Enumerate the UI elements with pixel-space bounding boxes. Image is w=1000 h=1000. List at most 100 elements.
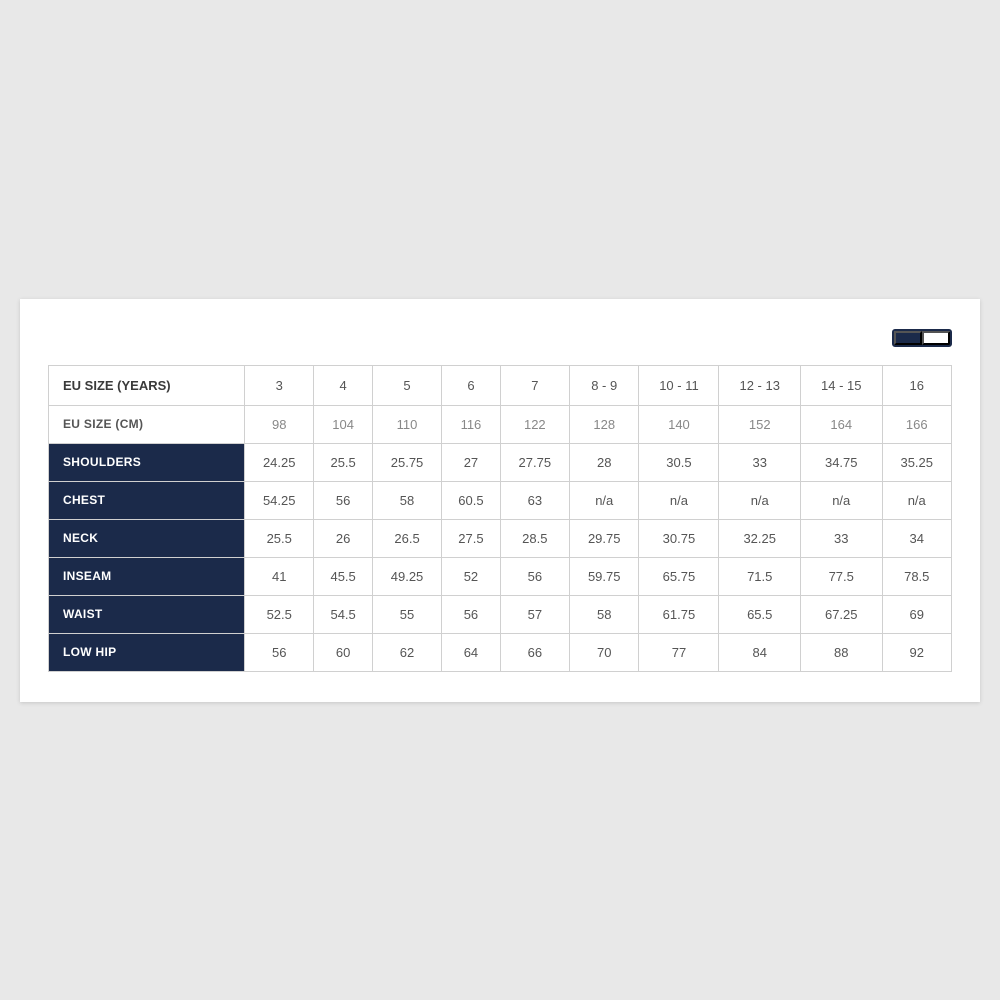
cell-value: 77.5	[800, 557, 882, 595]
cell-value: 55	[372, 595, 441, 633]
cell-value: 60	[314, 633, 372, 671]
column-header-value: 12 - 13	[719, 365, 801, 405]
cell-value: 35.25	[882, 443, 952, 481]
table-row: CHEST54.25565860.563n/an/an/an/an/a	[49, 481, 952, 519]
eu-size-cm-value: 166	[882, 405, 952, 443]
cell-value: 66	[500, 633, 569, 671]
eu-size-cm-row: EU SIZE (CM)9810411011612212814015216416…	[49, 405, 952, 443]
cell-value: n/a	[800, 481, 882, 519]
inch-button[interactable]	[922, 331, 950, 345]
cell-value: 71.5	[719, 557, 801, 595]
column-header-value: 8 - 9	[570, 365, 639, 405]
cell-value: 28.5	[500, 519, 569, 557]
column-header-value: 5	[372, 365, 441, 405]
cell-value: 58	[570, 595, 639, 633]
cell-value: 29.75	[570, 519, 639, 557]
cell-value: 59.75	[570, 557, 639, 595]
cell-value: 56	[442, 595, 500, 633]
row-label: WAIST	[49, 595, 245, 633]
cell-value: 65.5	[719, 595, 801, 633]
column-header-value: 10 - 11	[639, 365, 719, 405]
row-label: LOW HIP	[49, 633, 245, 671]
cell-value: 60.5	[442, 481, 500, 519]
cell-value: 52.5	[245, 595, 314, 633]
cell-value: 63	[500, 481, 569, 519]
cell-value: 77	[639, 633, 719, 671]
row-label: NECK	[49, 519, 245, 557]
size-guide-card: EU SIZE (YEARS)345678 - 910 - 1112 - 131…	[20, 299, 980, 702]
row-label: CHEST	[49, 481, 245, 519]
cell-value: n/a	[639, 481, 719, 519]
eu-size-cm-value: 104	[314, 405, 372, 443]
size-table: EU SIZE (YEARS)345678 - 910 - 1112 - 131…	[48, 365, 952, 672]
cell-value: n/a	[570, 481, 639, 519]
column-header-value: 6	[442, 365, 500, 405]
cell-value: 33	[719, 443, 801, 481]
cell-value: 27	[442, 443, 500, 481]
column-header-value: 14 - 15	[800, 365, 882, 405]
table-row: LOW HIP56606264667077848892	[49, 633, 952, 671]
cell-value: 26	[314, 519, 372, 557]
cell-value: 33	[800, 519, 882, 557]
cell-value: 34	[882, 519, 952, 557]
cell-value: 49.25	[372, 557, 441, 595]
cell-value: 64	[442, 633, 500, 671]
column-header-label: EU SIZE (YEARS)	[49, 365, 245, 405]
cell-value: 34.75	[800, 443, 882, 481]
cell-value: 26.5	[372, 519, 441, 557]
cell-value: 84	[719, 633, 801, 671]
eu-size-cm-value: 122	[500, 405, 569, 443]
cell-value: 56	[314, 481, 372, 519]
cell-value: 88	[800, 633, 882, 671]
cell-value: 30.75	[639, 519, 719, 557]
cell-value: 92	[882, 633, 952, 671]
cell-value: 57	[500, 595, 569, 633]
cell-value: 54.5	[314, 595, 372, 633]
cell-value: 45.5	[314, 557, 372, 595]
cell-value: 61.75	[639, 595, 719, 633]
cell-value: 78.5	[882, 557, 952, 595]
cell-value: 54.25	[245, 481, 314, 519]
cell-value: n/a	[719, 481, 801, 519]
row-label: SHOULDERS	[49, 443, 245, 481]
eu-size-cm-value: 164	[800, 405, 882, 443]
cell-value: 58	[372, 481, 441, 519]
cell-value: 67.25	[800, 595, 882, 633]
cell-value: 27.75	[500, 443, 569, 481]
cell-value: 32.25	[719, 519, 801, 557]
card-header	[48, 329, 952, 347]
cell-value: 27.5	[442, 519, 500, 557]
table-row: INSEAM4145.549.25525659.7565.7571.577.57…	[49, 557, 952, 595]
column-header-row: EU SIZE (YEARS)345678 - 910 - 1112 - 131…	[49, 365, 952, 405]
cell-value: 56	[500, 557, 569, 595]
unit-toggle	[892, 329, 952, 347]
eu-size-cm-value: 98	[245, 405, 314, 443]
column-header-value: 4	[314, 365, 372, 405]
cell-value: 24.25	[245, 443, 314, 481]
eu-size-cm-value: 128	[570, 405, 639, 443]
eu-size-cm-label: EU SIZE (CM)	[49, 405, 245, 443]
column-header-value: 3	[245, 365, 314, 405]
eu-size-cm-value: 152	[719, 405, 801, 443]
cell-value: 69	[882, 595, 952, 633]
cell-value: 41	[245, 557, 314, 595]
cell-value: 56	[245, 633, 314, 671]
table-row: SHOULDERS24.2525.525.752727.752830.53334…	[49, 443, 952, 481]
cell-value: 62	[372, 633, 441, 671]
cm-button[interactable]	[894, 331, 922, 345]
table-row: NECK25.52626.527.528.529.7530.7532.25333…	[49, 519, 952, 557]
eu-size-cm-value: 116	[442, 405, 500, 443]
column-header-value: 16	[882, 365, 952, 405]
eu-size-cm-value: 110	[372, 405, 441, 443]
cell-value: n/a	[882, 481, 952, 519]
cell-value: 25.5	[314, 443, 372, 481]
cell-value: 70	[570, 633, 639, 671]
row-label: INSEAM	[49, 557, 245, 595]
cell-value: 25.75	[372, 443, 441, 481]
eu-size-cm-value: 140	[639, 405, 719, 443]
cell-value: 65.75	[639, 557, 719, 595]
cell-value: 25.5	[245, 519, 314, 557]
cell-value: 30.5	[639, 443, 719, 481]
table-row: WAIST52.554.55556575861.7565.567.2569	[49, 595, 952, 633]
column-header-value: 7	[500, 365, 569, 405]
